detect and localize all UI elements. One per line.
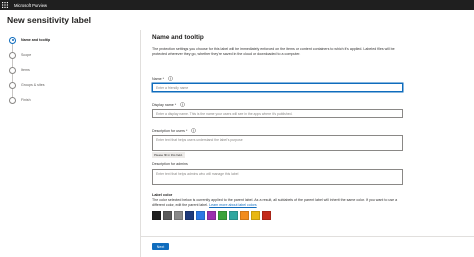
- learn-more-label-colors-link[interactable]: Learn more about label colors: [209, 203, 257, 207]
- step-name-and-tooltip[interactable]: Name and tooltip: [9, 36, 50, 44]
- label-color-description-text: The color selected below is currently ap…: [152, 198, 398, 207]
- color-swatch[interactable]: [185, 211, 194, 220]
- step-label: Finish: [21, 98, 31, 102]
- label-color-heading: Label color: [152, 193, 173, 197]
- color-swatch[interactable]: [152, 211, 161, 220]
- name-input[interactable]: Enter a friendly name: [152, 83, 403, 92]
- section-description: The protection settings you choose for t…: [152, 47, 395, 56]
- color-swatch[interactable]: [196, 211, 205, 220]
- color-swatch[interactable]: [174, 211, 183, 220]
- desc-users-field-label: Description for users *: [152, 128, 197, 133]
- step-dot-icon: [9, 81, 16, 89]
- name-label-text: Name *: [152, 76, 164, 81]
- info-icon[interactable]: [191, 128, 197, 133]
- step-dot-icon: [9, 66, 16, 74]
- next-button[interactable]: Next: [152, 243, 169, 250]
- info-icon[interactable]: [168, 76, 173, 81]
- label-color-description: The color selected below is currently ap…: [152, 198, 407, 207]
- desc-admins-textarea[interactable]: Enter text that helps admins who will ma…: [152, 169, 403, 185]
- display-name-label-text: Display name *: [152, 102, 177, 107]
- info-icon[interactable]: [180, 102, 185, 107]
- footer-divider: [140, 236, 474, 237]
- display-name-field-label: Display name *: [152, 102, 185, 107]
- wizard-stepper: Name and tooltip Scope Items Groups & si…: [9, 36, 129, 106]
- color-swatch[interactable]: [251, 211, 260, 220]
- step-groups-and-sites[interactable]: Groups & sites: [9, 81, 45, 89]
- step-label: Name and tooltip: [21, 38, 51, 42]
- color-swatch[interactable]: [229, 211, 238, 220]
- desc-admins-field-label: Description for admins: [152, 162, 188, 166]
- app-launcher-icon[interactable]: [0, 0, 10, 10]
- color-swatches: [152, 211, 271, 220]
- desc-users-textarea[interactable]: Enter text that helps users understand t…: [152, 135, 403, 151]
- section-title: Name and tooltip: [152, 34, 204, 41]
- step-label: Groups & sites: [21, 83, 45, 87]
- display-name-input[interactable]: Enter a display name. This is the name y…: [152, 109, 403, 118]
- color-swatch[interactable]: [218, 211, 227, 220]
- desc-users-label-text: Description for users *: [152, 128, 188, 133]
- top-bar: Microsoft Purview: [0, 0, 474, 10]
- step-dot-icon: [9, 51, 16, 59]
- step-label: Scope: [21, 53, 32, 57]
- step-scope[interactable]: Scope: [9, 51, 31, 59]
- main-content: Name and tooltip The protection settings…: [152, 34, 407, 56]
- step-label: Items: [21, 68, 30, 72]
- vertical-divider: [140, 30, 141, 257]
- color-swatch[interactable]: [163, 211, 172, 220]
- step-items[interactable]: Items: [9, 66, 30, 74]
- app-title[interactable]: Microsoft Purview: [14, 3, 47, 8]
- step-dot-icon: [9, 96, 16, 104]
- desc-admins-label-text: Description for admins: [152, 162, 188, 166]
- step-finish[interactable]: Finish: [9, 96, 31, 104]
- name-field-label: Name *: [152, 76, 173, 81]
- page-title: New sensitivity label: [7, 15, 92, 25]
- color-swatch[interactable]: [207, 211, 216, 220]
- validation-message: Please fill in this field.: [152, 152, 185, 158]
- color-swatch[interactable]: [240, 211, 249, 220]
- color-swatch[interactable]: [262, 211, 271, 220]
- step-active-dot-icon: [9, 36, 16, 44]
